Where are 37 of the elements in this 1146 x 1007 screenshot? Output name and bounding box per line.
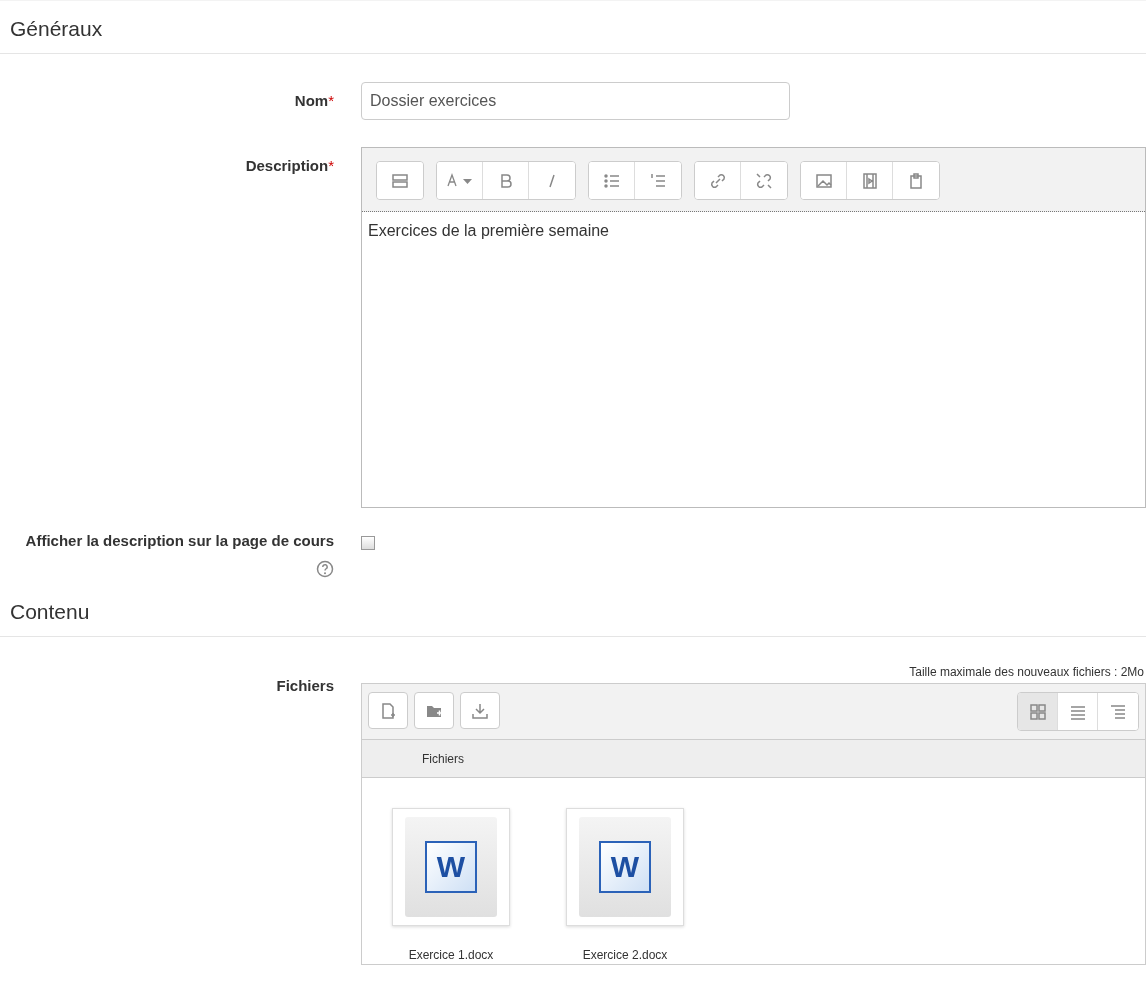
download-button[interactable] (460, 692, 500, 729)
film-icon (860, 171, 879, 190)
unlink-icon (755, 171, 773, 190)
toolbar-toggle-icon (391, 171, 409, 190)
field-label: Nom* (294, 91, 334, 111)
bullet-list-icon (602, 171, 621, 190)
help-icon[interactable] (316, 560, 334, 578)
toolbar-button[interactable] (589, 162, 635, 199)
clipboard-icon (907, 171, 925, 190)
field-label: Fichiers (276, 676, 334, 696)
file-name[interactable]: Exercice 2.docx (582, 948, 668, 962)
tree-list-icon (1109, 702, 1127, 721)
field-label: Description* (245, 156, 334, 176)
name-input-field[interactable]: Dossier exercices (361, 82, 790, 120)
section-heading: Contenu (0, 594, 1146, 637)
add-file-icon (379, 701, 397, 720)
checkbox[interactable] (361, 536, 375, 550)
toolbar-button[interactable] (377, 162, 423, 199)
download-icon (471, 701, 489, 720)
column-header: Fichiers (362, 740, 1145, 778)
file-thumbnail[interactable]: W (566, 808, 684, 926)
toolbar-button[interactable] (695, 162, 741, 199)
editor-text[interactable]: Exercices de la première semaine (362, 212, 1145, 507)
new-folder-button[interactable] (414, 692, 454, 729)
max-size-note: Taille maximale des nouveaux fichiers : 2Mo (908, 664, 1145, 681)
section-heading: Généraux (0, 11, 1146, 54)
image-icon (814, 171, 833, 190)
field-label: Afficher la description sur la page de cours (25, 531, 334, 551)
add-file-button[interactable] (368, 692, 408, 729)
link-icon (708, 171, 727, 190)
grid-icon (1028, 702, 1047, 721)
file-thumbnail[interactable]: W (392, 808, 510, 926)
view-toggle[interactable] (1018, 693, 1058, 730)
toolbar-button[interactable] (437, 162, 483, 199)
toolbar-button[interactable] (801, 162, 847, 199)
file-name[interactable]: Exercice 1.docx (408, 948, 494, 962)
numbered-list-icon (649, 171, 667, 190)
